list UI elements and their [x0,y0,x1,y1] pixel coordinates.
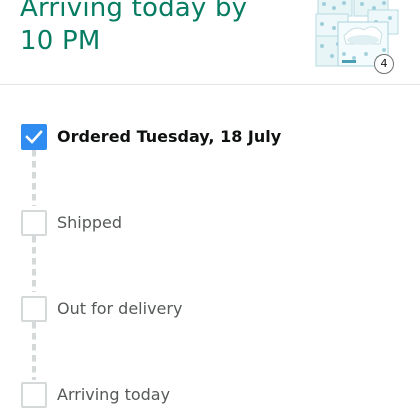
step-label: Ordered Tuesday, 18 July [57,127,282,146]
arrival-line-2: 10 PM [20,26,101,56]
connector-line [32,236,36,292]
step-label: Out for delivery [57,299,183,318]
shipment-tracker: Ordered Tuesday, 18 July Shipped Out for… [0,86,420,420]
checkbox-checked-icon [21,124,47,150]
connector-line [32,150,36,206]
checkbox-empty-icon [21,210,47,236]
tracker-step-out-for-delivery: Out for delivery [0,296,420,326]
tracker-step-arriving: Arriving today [0,382,420,412]
arrival-line-1: Arriving today by [20,0,248,23]
order-tracking-page: Arriving today by 10 PM 4 Ordered Tuesda… [0,0,420,420]
checkbox-empty-icon [21,382,47,408]
step-label: Shipped [57,213,123,232]
quantity-badge: 4 [374,54,394,74]
delivery-header: Arriving today by 10 PM 4 [0,0,420,85]
step-label: Arriving today [57,385,171,404]
checkbox-empty-icon [21,296,47,322]
product-thumbnail[interactable]: 4 [314,0,402,74]
tracker-step-ordered: Ordered Tuesday, 18 July [0,124,420,154]
tracker-step-shipped: Shipped [0,210,420,240]
connector-line [32,322,36,380]
arrival-status: Arriving today by 10 PM [20,0,290,58]
